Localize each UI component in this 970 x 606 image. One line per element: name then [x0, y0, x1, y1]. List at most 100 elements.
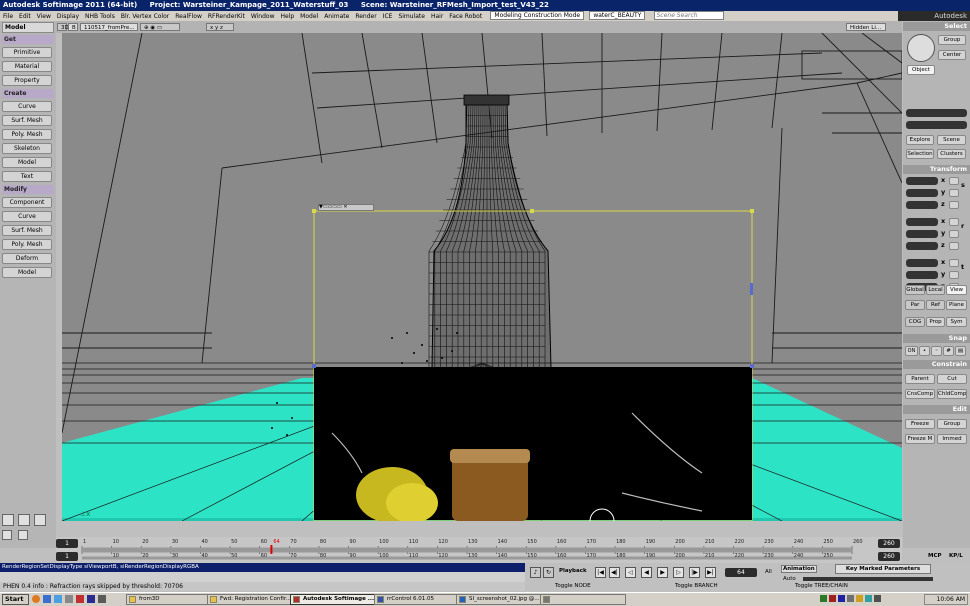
kpl-label[interactable]: KP/L	[949, 553, 963, 559]
modify-poly-mesh-button[interactable]: Poly. Mesh	[2, 239, 52, 250]
local-button[interactable]: Local	[926, 285, 945, 295]
menu-hair[interactable]: Hair	[428, 12, 446, 21]
menu-animate[interactable]: Animate	[321, 12, 352, 21]
transform-value-field[interactable]	[906, 189, 938, 197]
quick-launch-icons[interactable]	[32, 595, 122, 604]
layout-split-icon[interactable]	[18, 530, 28, 540]
next-key-button[interactable]: |▶	[689, 567, 700, 578]
transform-value-field[interactable]	[906, 177, 938, 185]
view-button[interactable]: View	[946, 285, 967, 295]
tray-icon-7[interactable]	[874, 595, 881, 602]
play-back-button[interactable]: ◀	[641, 567, 652, 578]
transform-mode-t[interactable]: t	[961, 263, 964, 271]
auto-key-button[interactable]: Auto	[783, 576, 796, 582]
snap-grid-icon[interactable]: #	[943, 346, 954, 356]
modify-component-button[interactable]: Component	[2, 197, 52, 208]
camera-dropdown[interactable]: 110517_fromPre...	[80, 23, 138, 31]
tray-icon-3[interactable]	[838, 595, 845, 602]
transform-mode-r[interactable]: r	[961, 222, 964, 230]
ie-icon[interactable]	[54, 595, 62, 603]
material-button[interactable]: Material	[2, 61, 52, 72]
timeline[interactable]: 1 260 1 260 1 10 20 30 40 50 60 70 80 90 100 110 120…	[56, 537, 902, 563]
snap-curve-icon[interactable]: ◦	[931, 346, 942, 356]
menu-blr-vertex-color[interactable]: Blr. Vertex Color	[118, 12, 172, 21]
command-line[interactable]: RenderRegionSetDisplayType siViewportB, …	[0, 563, 525, 572]
transform-value-field[interactable]	[906, 242, 938, 250]
menu-simulate[interactable]: Simulate	[395, 12, 428, 21]
layout-single-icon[interactable]	[34, 514, 46, 526]
menu-file[interactable]: File	[0, 12, 16, 21]
tray-icon-4[interactable]	[847, 595, 854, 602]
construction-mode-dropdown[interactable]: Modeling Construction Mode	[490, 11, 585, 20]
property-button[interactable]: Property	[2, 75, 52, 86]
toggle-branch-label[interactable]: Toggle BRANCH	[675, 583, 718, 589]
freeze-m-button[interactable]: Freeze M	[905, 434, 935, 444]
transform-value-field[interactable]	[906, 218, 938, 226]
axis-label-z[interactable]: z	[941, 200, 945, 208]
cnscomp-button[interactable]: CnsComp	[905, 389, 935, 399]
task-si-screenshot[interactable]: SI_screenshot_02.jpg @...	[456, 594, 542, 605]
playback-label[interactable]: Playback	[559, 568, 587, 574]
first-frame-button[interactable]: |◀	[595, 567, 606, 578]
cut-button[interactable]: Cut	[937, 374, 967, 384]
toggle-node-label[interactable]: Toggle NODE	[555, 583, 591, 589]
transform-value-field[interactable]	[906, 201, 938, 209]
cog-button[interactable]: COG	[905, 317, 925, 327]
edit-group-button[interactable]: Group	[937, 419, 967, 429]
transform-mode-s[interactable]: s	[961, 181, 965, 189]
axis-label-y[interactable]: y	[941, 229, 945, 237]
axis-label-x[interactable]: x	[941, 258, 945, 266]
transform-value-field[interactable]	[906, 271, 938, 279]
layout-small-icon[interactable]	[2, 530, 12, 540]
task-softimage[interactable]: Autodesk Softimage ...	[290, 594, 376, 605]
menu-render[interactable]: Render	[352, 12, 379, 21]
axis-label-y[interactable]: y	[941, 188, 945, 196]
menu-view[interactable]: View	[34, 12, 54, 21]
menu-edit[interactable]: Edit	[16, 12, 34, 21]
menu-ice[interactable]: ICE	[380, 12, 396, 21]
modify-surf-mesh-button[interactable]: Surf. Mesh	[2, 225, 52, 236]
modify-model-button[interactable]: Model	[2, 267, 52, 278]
transform-lock-button[interactable]	[949, 201, 959, 209]
sound-icon[interactable]: ♪	[530, 567, 541, 578]
transform-lock-button[interactable]	[949, 189, 959, 197]
axis-label-y[interactable]: y	[941, 270, 945, 278]
selection-button[interactable]: Selection	[906, 149, 934, 159]
pdf-icon[interactable]	[76, 595, 84, 603]
play-forward-button[interactable]: ▶	[657, 567, 668, 578]
select-group-button[interactable]: Group	[938, 35, 966, 45]
task-from3d[interactable]: from3D	[126, 594, 212, 605]
axis-label-x[interactable]: x	[941, 176, 945, 184]
transform-lock-button[interactable]	[949, 271, 959, 279]
current-frame-field[interactable]: 64	[725, 568, 757, 577]
axis-label-x[interactable]: x	[941, 217, 945, 225]
object-button[interactable]: Object	[907, 65, 935, 75]
menu-realflow[interactable]: RealFlow	[172, 12, 205, 21]
primitive-button[interactable]: Primitive	[2, 47, 52, 58]
transform-value-field[interactable]	[906, 230, 938, 238]
clusters-button[interactable]: Clusters	[937, 149, 966, 159]
command-history[interactable]	[0, 572, 525, 582]
axis-label-z[interactable]: z	[941, 241, 945, 249]
prop-button[interactable]: Prop	[926, 317, 945, 327]
mcp-label[interactable]: MCP	[928, 553, 942, 559]
system-tray-icons[interactable]	[820, 595, 920, 604]
parent-button[interactable]: Parent	[905, 374, 935, 384]
task-rrcontrol[interactable]: rrControl 6.01.05	[374, 594, 460, 605]
immed-button[interactable]: Immed	[937, 434, 967, 444]
layout-four-icon[interactable]	[2, 514, 14, 526]
start-button[interactable]: Start	[2, 594, 29, 605]
transform-lock-button[interactable]	[949, 218, 959, 226]
layout-two-icon[interactable]	[18, 514, 30, 526]
modify-curve-button[interactable]: Curve	[2, 211, 52, 222]
transform-value-field[interactable]	[906, 259, 938, 267]
transform-lock-button[interactable]	[949, 242, 959, 250]
tray-icon-1[interactable]	[820, 595, 827, 602]
prev-frame-button[interactable]: ◁	[625, 567, 636, 578]
par-button[interactable]: Par	[905, 300, 925, 310]
plane-button[interactable]: Plane	[946, 300, 967, 310]
timeline-ruler[interactable]	[56, 537, 902, 563]
chldcomp-button[interactable]: ChldComp	[937, 389, 967, 399]
menu-help[interactable]: Help	[277, 12, 297, 21]
modify-deform-button[interactable]: Deform	[2, 253, 52, 264]
